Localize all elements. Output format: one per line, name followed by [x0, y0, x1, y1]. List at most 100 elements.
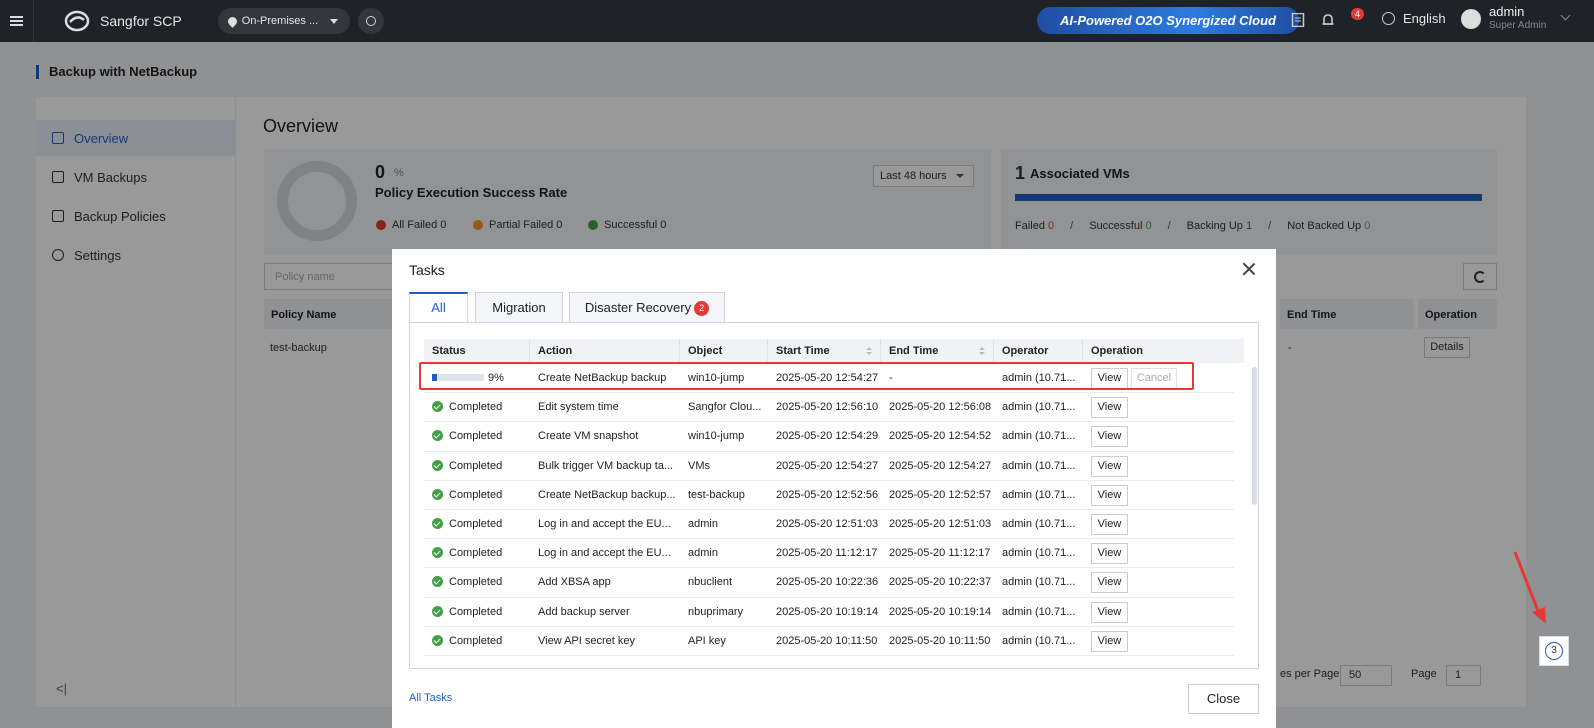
table-header: Status Action Object Start Time End Time… [424, 339, 1244, 363]
view-button[interactable]: View [1091, 513, 1128, 535]
cell-object: nbuclient [680, 568, 768, 597]
cell-text: admin (10.71... [1002, 430, 1076, 443]
cell-text: admin [688, 517, 718, 530]
language-selector[interactable]: English [1382, 11, 1446, 26]
cell-text: admin (10.71... [1002, 576, 1076, 589]
bell-icon[interactable] [1321, 13, 1335, 27]
view-button[interactable]: View [1091, 397, 1128, 419]
cell-start: 2025-05-20 12:51:03 [768, 510, 881, 539]
cell-text: API key [688, 634, 726, 647]
table-row: Completed Create NetBackup backup... test-… [424, 481, 1234, 510]
tab-all[interactable]: All [409, 292, 468, 323]
language-label: English [1403, 11, 1446, 26]
cell-text: 2025-05-20 12:51:03 [776, 517, 879, 530]
view-button[interactable]: View [1091, 426, 1128, 448]
cell-operator: admin (10.71... [994, 627, 1083, 656]
cell-action: Bulk trigger VM backup ta... [530, 452, 680, 481]
view-button[interactable]: View [1091, 455, 1128, 477]
menu-icon[interactable] [0, 0, 34, 42]
cell-text: 2025-05-20 12:54:52 [889, 430, 992, 443]
view-button[interactable]: View [1091, 572, 1128, 594]
cell-object: test-backup [680, 481, 768, 510]
view-button[interactable]: View [1091, 630, 1128, 652]
tab-disaster-recovery[interactable]: Disaster Recovery 2 [569, 292, 725, 323]
cell-text: Completed [449, 634, 503, 647]
column-header-action: Action [530, 339, 680, 363]
chevron-down-icon [330, 18, 339, 24]
cell-object: admin [680, 539, 768, 568]
assistant-count: 3 [1545, 642, 1563, 660]
cell-text: admin [688, 547, 718, 560]
all-tasks-link[interactable]: All Tasks [409, 692, 452, 704]
cell-status: Completed [424, 481, 530, 510]
cell-text: Log in and accept the EU... [538, 547, 671, 560]
cell-action: Create VM snapshot [530, 422, 680, 451]
cell-status: Completed [424, 627, 530, 656]
cell-status: Completed [424, 510, 530, 539]
cell-text: 2025-05-20 10:22:37 [889, 576, 992, 589]
check-circle-icon [432, 547, 443, 559]
cell-action: Log in and accept the EU... [530, 510, 680, 539]
column-header-operation: Operation [1091, 345, 1143, 357]
cell-start: 2025-05-20 12:56:10 [768, 393, 881, 422]
cell-text: Completed [449, 576, 503, 589]
cell-start: 2025-05-20 10:19:14 [768, 598, 881, 627]
cell-text: Completed [449, 430, 503, 443]
column-header-end-time[interactable]: End Time [881, 339, 994, 363]
cell-status: Completed [424, 393, 530, 422]
cell-text: Log in and accept the EU... [538, 517, 671, 530]
cell-text: 2025-05-20 12:54:27 [776, 372, 879, 384]
cell-status: Completed [424, 598, 530, 627]
cell-start: 2025-05-20 10:22:36 [768, 568, 881, 597]
region-selector[interactable]: On-Premises ... [217, 8, 351, 34]
cell-status: Completed [424, 422, 530, 451]
cell-text: Completed [449, 488, 503, 501]
table-row: Completed Bulk trigger VM backup ta... VMs… [424, 452, 1234, 481]
cell-end: 2025-05-20 10:11:50 [881, 627, 994, 656]
user-menu[interactable]: admin Super Admin [1461, 4, 1571, 33]
cell-object: nbuprimary [680, 598, 768, 627]
tab-migration[interactable]: Migration [475, 292, 563, 323]
search-icon [366, 16, 377, 26]
cell-text: win10-jump [688, 372, 745, 384]
cell-operator: admin (10.71... [994, 364, 1083, 393]
red-arrow-annotation [1513, 551, 1546, 624]
close-icon[interactable] [1242, 262, 1256, 276]
cell-text: 2025-05-20 12:54:27 [776, 459, 879, 472]
top-bar: Sangfor SCP On-Premises ... [0, 0, 1594, 42]
tasks-panel: Status Action Object Start Time End Time… [409, 322, 1259, 669]
cell-end: 2025-05-20 12:54:27 [881, 452, 994, 481]
cell-text: Add backup server [538, 605, 630, 618]
view-button[interactable]: View [1091, 368, 1128, 389]
tab-badge: 2 [694, 301, 710, 316]
cell-operator: admin (10.71... [994, 568, 1083, 597]
cell-text: Add XBSA app [538, 576, 611, 589]
column-header-start-time[interactable]: Start Time [768, 339, 881, 363]
chevron-down-icon [1560, 10, 1571, 21]
cell-object: VMs [680, 452, 768, 481]
cell-text: 2025-05-20 10:11:50 [776, 634, 878, 647]
table-row: Completed Add XBSA app nbuclient 2025-05-20… [424, 568, 1234, 598]
check-circle-icon [432, 459, 443, 471]
brand-logo[interactable]: Sangfor SCP [64, 10, 182, 32]
view-button[interactable]: View [1091, 543, 1128, 565]
notification-badge: 4 [1351, 8, 1365, 20]
cell-end: 2025-05-20 10:22:37 [881, 568, 994, 597]
search-button[interactable] [358, 8, 385, 34]
location-pin-icon [225, 14, 239, 28]
view-button[interactable]: View [1091, 484, 1128, 506]
cell-object: win10-jump [680, 364, 768, 393]
cancel-button[interactable]: Cancel [1131, 368, 1177, 389]
view-button[interactable]: View [1091, 601, 1128, 623]
tasks-dialog: Tasks All Migration Disaster Recovery 2 S… [392, 249, 1276, 728]
task-list-icon[interactable] [1291, 13, 1305, 27]
user-role: Super Admin [1489, 20, 1547, 31]
avatar [1461, 8, 1481, 29]
close-button[interactable]: Close [1188, 684, 1259, 714]
floating-assistant-button[interactable]: 3 [1539, 636, 1569, 666]
scrollbar[interactable] [1252, 367, 1257, 505]
promo-banner[interactable]: AI-Powered O2O Synergized Cloud [1037, 7, 1299, 34]
cell-text: admin (10.71... [1002, 634, 1076, 647]
column-header-operator: Operator [994, 339, 1083, 363]
cell-text: nbuclient [688, 576, 733, 589]
